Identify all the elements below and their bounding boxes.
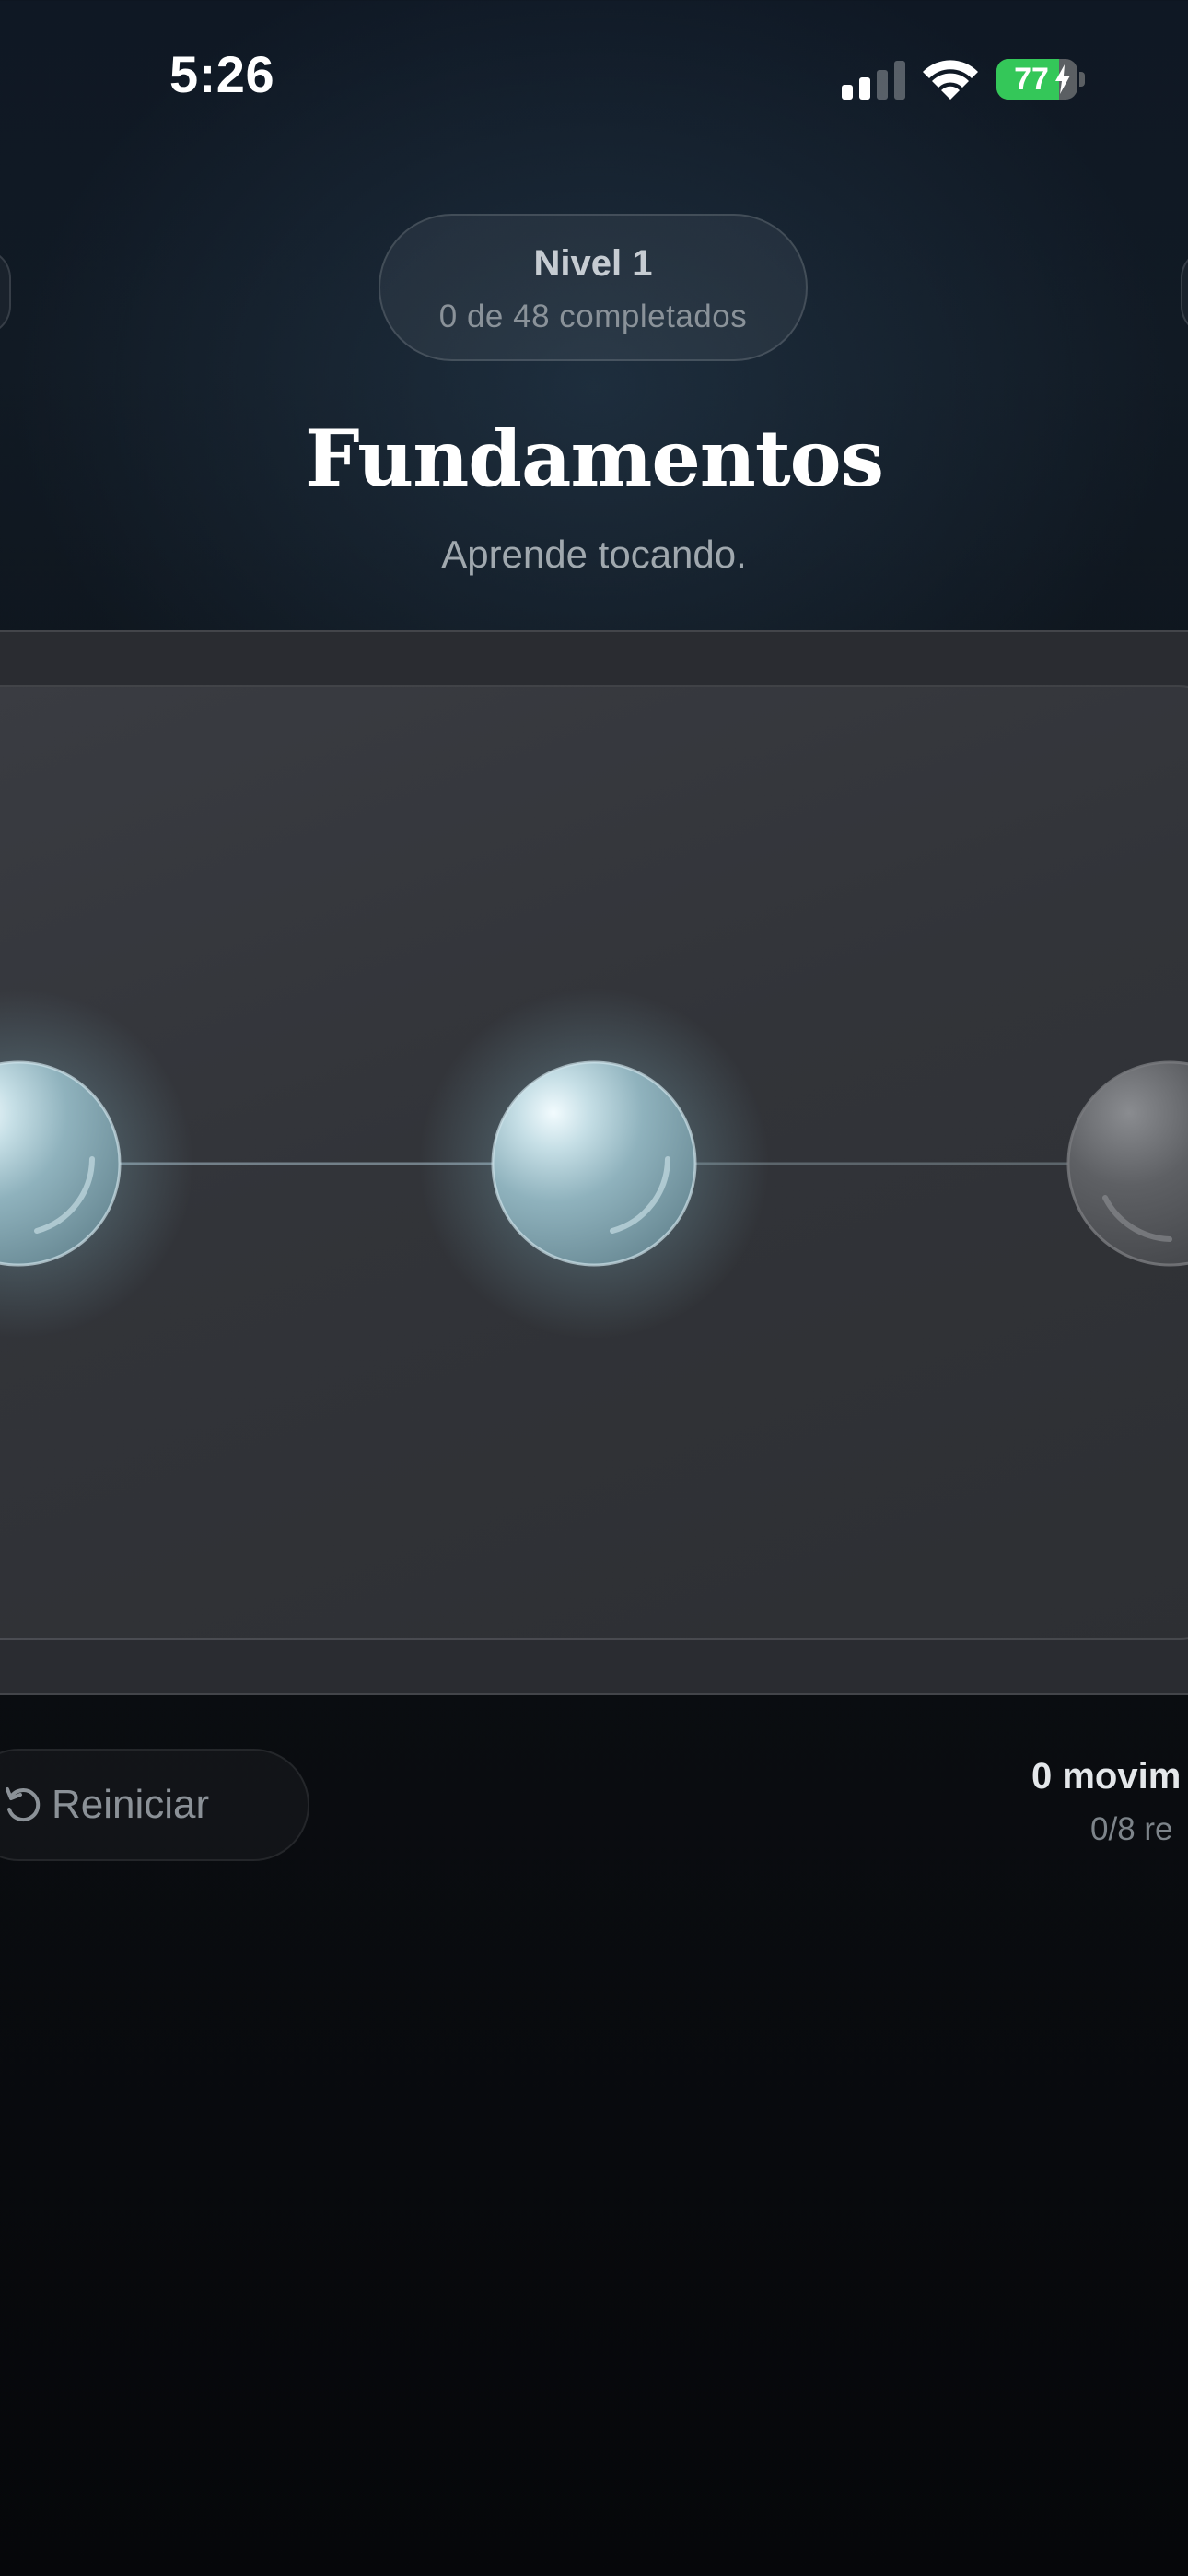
level-progress: 0 de 48 completados [438,299,748,334]
charging-bolt-icon [1055,64,1070,94]
level-title: Nivel 1 [533,243,653,284]
rotate-left-icon [6,1787,41,1822]
page-title: Fundamentos [305,413,884,504]
status-time: 5:26 [169,45,275,103]
node-center[interactable] [491,1060,697,1267]
next-level-pill[interactable] [1181,249,1188,335]
moves-counter: 0 movim [1031,1756,1182,1797]
battery-icon: 77 [996,59,1085,100]
level-selector-pill[interactable]: Nivel 1 0 de 48 completados [379,214,808,361]
reset-label: Reiniciar [52,1782,210,1827]
previous-level-pill[interactable] [0,249,11,335]
wifi-icon [923,60,978,100]
moves-subtext: 0/8 re [1090,1811,1173,1847]
reset-button[interactable]: Reiniciar [0,1749,309,1861]
page-subtitle: Aprende tocando. [441,533,747,576]
signal-icon [842,61,906,100]
